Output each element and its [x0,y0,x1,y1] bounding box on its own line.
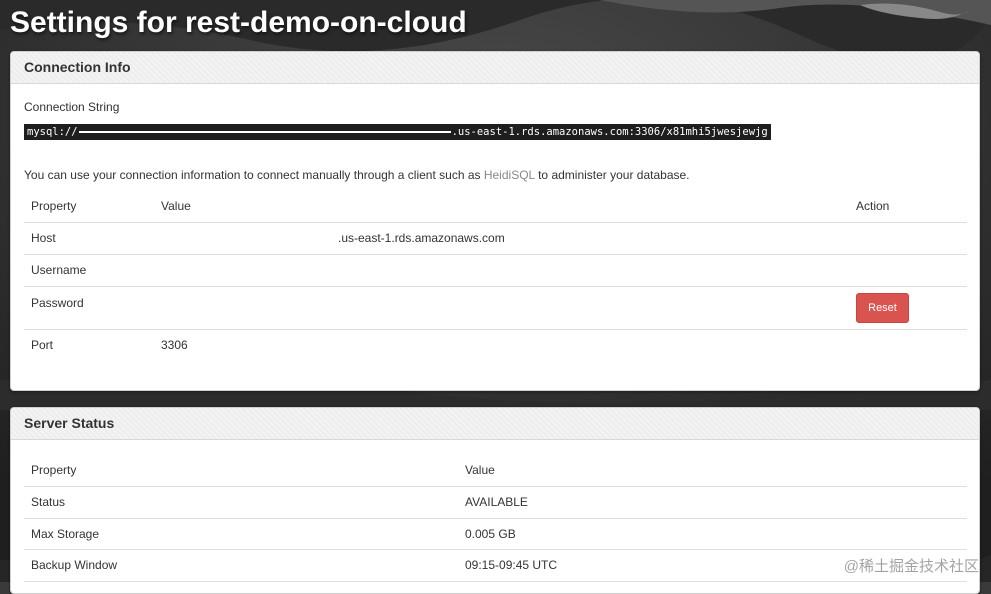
row-action [849,222,967,254]
header-action: Action [856,199,890,214]
connection-string-label: Connection String [24,100,120,114]
row-value: 0.005 GB [465,526,516,541]
row-value: AVAILABLE [465,495,528,509]
row-property: Host [31,231,56,245]
table-row: Max Storage 0.005 GB [24,518,967,549]
connection-string[interactable]: mysql:// .us-east-1.rds.amazonaws.com:330… [24,124,771,140]
connection-string-prefix: mysql:// [27,126,78,138]
row-value [154,254,849,286]
row-action: Reset [849,286,967,329]
row-property: Password [31,295,84,310]
heidisql-link[interactable]: HeidiSQL [484,168,535,182]
row-property: Status [31,495,66,509]
reset-password-button[interactable]: Reset [856,292,909,323]
row-value: .us-east-1.rds.amazonaws.com [154,222,849,254]
note-text-after: to administer your database. [534,168,690,182]
connection-string-suffix: .us-east-1.rds.amazonaws.com:3306/x81mhi… [451,126,768,138]
connection-info-panel: Connection Info Connection String mysql:… [10,51,980,391]
header-property: Property [31,462,77,477]
row-value [154,286,849,329]
header-value: Value [465,462,495,477]
table-header-row: Property Value [24,454,967,486]
server-status-table: Property Value Status AVAILABLE Max Stor… [24,454,967,582]
watermark: @稀土掘金技术社区 [843,558,979,575]
panel-heading: Server Status [11,408,979,440]
table-row: Backup Window 09:15-09:45 UTC [24,549,967,581]
row-property: Backup Window [31,558,118,572]
row-action [849,329,967,361]
page-title: Settings for rest-demo-on-cloud [10,6,467,39]
row-property: Max Storage [31,526,100,541]
row-action [849,254,967,286]
connection-table: Property Value Action Host .us-east-1.rd… [24,191,967,361]
table-row: Port 3306 [24,329,967,361]
table-header-row: Property Value Action [24,191,967,222]
note-text-before: You can use your connection information … [24,168,484,182]
header-property: Property [31,199,77,214]
table-row: Password Reset [24,286,967,329]
server-status-panel: Server Status Property Value Status AVAI… [10,407,980,594]
table-row: Status AVAILABLE [24,486,967,518]
row-property: Port [31,338,54,353]
redaction-bar [78,131,451,133]
table-row: Username [24,254,967,286]
host-value: .us-east-1.rds.amazonaws.com [338,231,505,245]
header-value: Value [161,199,191,214]
connection-note: You can use your connection information … [24,168,690,182]
table-row: Host .us-east-1.rds.amazonaws.com [24,222,967,254]
row-property: Username [31,263,87,277]
row-value: 3306 [161,338,188,353]
panel-heading: Connection Info [11,52,979,84]
